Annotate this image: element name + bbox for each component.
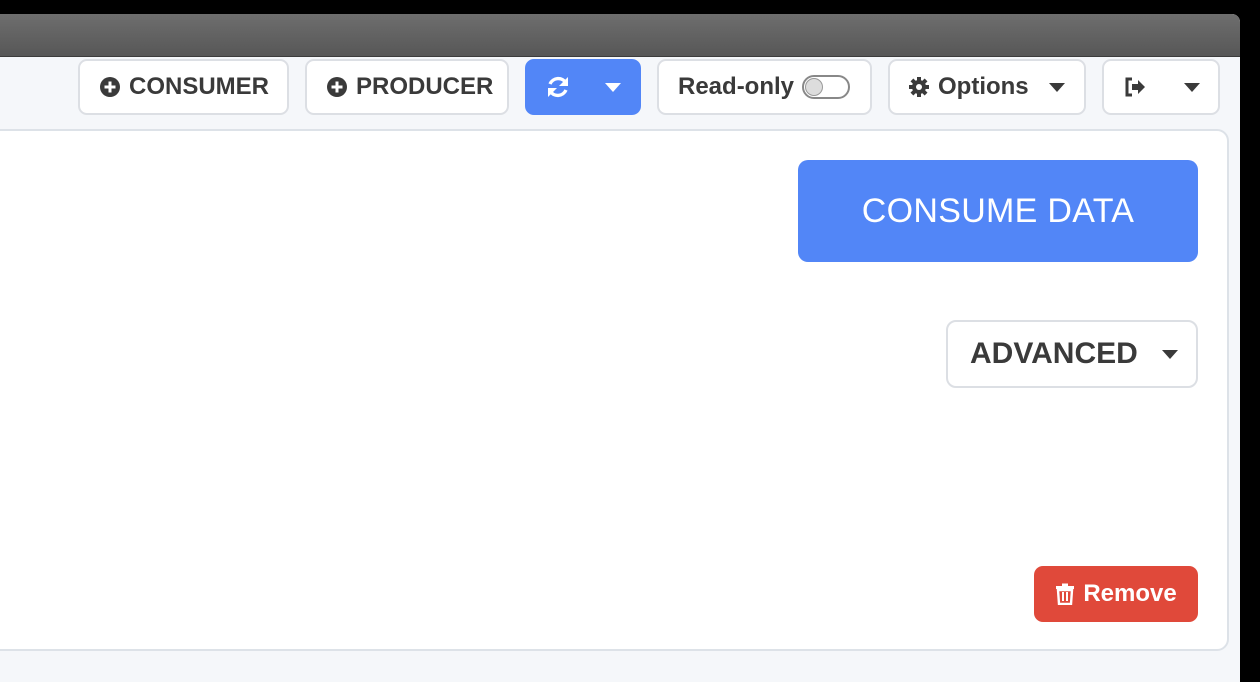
advanced-label: ADVANCED <box>970 337 1138 370</box>
add-consumer-button[interactable]: CONSUMER <box>78 59 289 115</box>
remove-label: Remove <box>1083 580 1177 607</box>
chevron-down-icon <box>1161 349 1178 359</box>
sign-out-icon <box>1124 77 1146 97</box>
logout-dropdown-button[interactable] <box>1102 59 1220 115</box>
consumer-label: CONSUMER <box>129 73 270 100</box>
plus-circle-icon <box>99 76 121 98</box>
options-dropdown-button[interactable]: Options <box>888 59 1086 115</box>
gear-icon <box>908 76 930 98</box>
chevron-down-icon <box>1048 82 1065 92</box>
readonly-label: Read-only <box>678 73 795 100</box>
refresh-icon <box>545 74 571 100</box>
consume-data-button[interactable]: CONSUME DATA <box>798 160 1198 262</box>
switch-knob <box>805 78 824 96</box>
advanced-dropdown-button[interactable]: ADVANCED <box>946 320 1198 388</box>
remove-button[interactable]: Remove <box>1034 566 1198 622</box>
title-bar <box>0 14 1240 57</box>
plus-circle-icon <box>326 76 348 98</box>
readonly-toggle[interactable]: Read-only <box>657 59 872 115</box>
chevron-down-icon <box>1184 82 1200 92</box>
consume-data-label: CONSUME DATA <box>861 191 1135 230</box>
options-label: Options <box>938 73 1029 100</box>
chevron-down-icon <box>605 82 621 92</box>
refresh-dropdown-button[interactable] <box>525 59 641 115</box>
producer-label: PRODUCER <box>356 73 494 100</box>
readonly-switch[interactable] <box>802 75 851 99</box>
trash-icon <box>1055 583 1075 605</box>
add-producer-button[interactable]: PRODUCER <box>305 59 509 115</box>
